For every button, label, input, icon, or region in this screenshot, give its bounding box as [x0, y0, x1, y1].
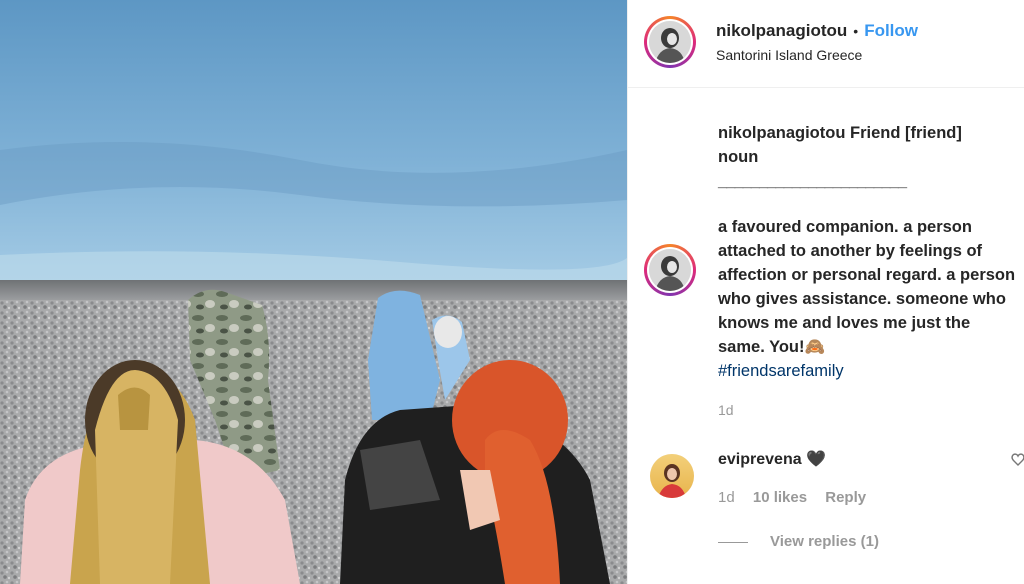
view-replies-row[interactable]: View replies (1): [718, 533, 879, 550]
avatar-photo-icon: [649, 249, 691, 291]
caption-body: a favoured companion. a person attached …: [718, 218, 1016, 356]
post-location[interactable]: Santorini Island Greece: [716, 47, 918, 63]
post-side-panel: nikolpanagiotou • Follow Santorini Island …: [627, 0, 1024, 584]
caption-pos: noun: [718, 148, 759, 166]
follow-button[interactable]: Follow: [864, 21, 918, 40]
commenter-avatar[interactable]: [650, 454, 694, 498]
caption-username[interactable]: nikolpanagiotou: [718, 124, 845, 142]
caption-time: 1d: [718, 402, 734, 418]
comment-meta: 1d 10 likes Reply: [718, 489, 880, 506]
post-caption: nikolpanagiotou Friend [friend] noun ___…: [718, 121, 1018, 383]
avatar-image: [649, 249, 691, 291]
post-header: nikolpanagiotou • Follow Santorini Island …: [628, 0, 1024, 88]
author-avatar[interactable]: [644, 16, 696, 68]
comment-text: 🖤: [806, 451, 826, 468]
header-text: nikolpanagiotou • Follow Santorini Island …: [716, 21, 918, 63]
caption-rule: _______________________: [718, 172, 907, 190]
author-username[interactable]: nikolpanagiotou: [716, 21, 847, 40]
replies-divider: [718, 541, 748, 543]
view-replies-button[interactable]: View replies (1): [770, 533, 879, 550]
caption-headline: Friend [friend]: [850, 124, 962, 142]
avatar-image: [649, 21, 691, 63]
comment-time: 1d: [718, 489, 735, 506]
commenter-photo-icon: [650, 454, 694, 498]
caption-author-avatar[interactable]: [644, 244, 696, 296]
comment-username[interactable]: eviprevena: [718, 451, 802, 468]
comment-reply-button[interactable]: Reply: [825, 489, 866, 506]
avatar-photo-icon: [649, 21, 691, 63]
separator-dot: •: [853, 23, 859, 39]
comment-row: eviprevena 🖤: [718, 449, 826, 469]
avatar-inner: [647, 19, 693, 65]
post-photo[interactable]: [0, 0, 627, 584]
caption-hashtag[interactable]: #friendsarefamily: [718, 362, 844, 380]
avatar-inner: [647, 247, 693, 293]
heart-outline-icon[interactable]: [1011, 452, 1024, 468]
beach-photo-illustration: [0, 0, 627, 584]
instagram-post-view: nikolpanagiotou • Follow Santorini Island …: [0, 0, 1024, 584]
comment-likes[interactable]: 10 likes: [753, 489, 807, 506]
